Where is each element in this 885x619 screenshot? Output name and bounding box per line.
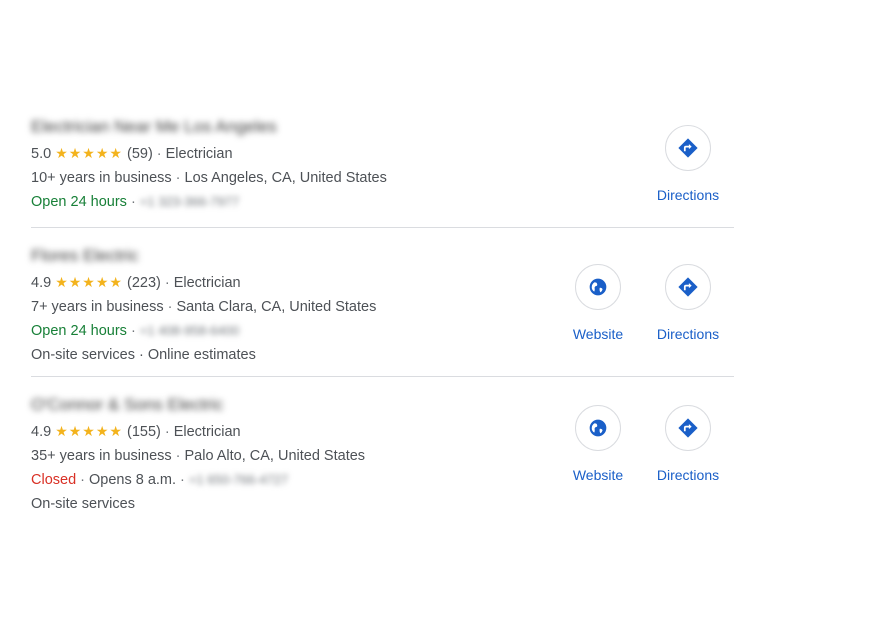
hours-status: Closed [31, 472, 77, 488]
rating-row: 5.0 ★★★★★ (59) · Electrician [31, 141, 387, 166]
years-in-business: 10+ years in business [31, 170, 172, 186]
directions-label[interactable]: Directions [648, 467, 728, 483]
business-name[interactable]: O'Connor & Sons Electric [31, 394, 223, 416]
hours-row: Open 24 hours · +1 408-958-6400 [31, 319, 376, 343]
website-button[interactable]: Website [558, 405, 638, 483]
separator: · [156, 146, 162, 162]
phone-number[interactable]: +1 408-958-6400 [140, 323, 239, 338]
rating-row: 4.9 ★★★★★ (155) · Electrician [31, 419, 365, 444]
website-circle[interactable] [575, 264, 621, 310]
phone-number[interactable]: +1 650-766-4727 [189, 472, 288, 487]
separator: · [175, 170, 181, 186]
business-location: Palo Alto, CA, United States [184, 448, 366, 464]
website-label[interactable]: Website [558, 467, 638, 483]
years-in-business: 7+ years in business [31, 299, 164, 315]
business-location: Los Angeles, CA, United States [184, 170, 387, 186]
business-location: Santa Clara, CA, United States [176, 299, 377, 315]
globe-icon [589, 419, 607, 437]
phone-number[interactable]: +1 323-366-7977 [140, 194, 239, 209]
business-category: Electrician [165, 146, 233, 162]
directions-label[interactable]: Directions [648, 326, 728, 342]
services-row: On-site services · Online estimates [31, 347, 256, 363]
years-in-business: 35+ years in business [31, 448, 172, 464]
review-count[interactable]: (59) [127, 146, 153, 162]
hours-row: Open 24 hours · +1 323-366-7977 [31, 190, 387, 214]
globe-icon [589, 278, 607, 296]
directions-circle[interactable] [665, 125, 711, 171]
separator: · [164, 424, 170, 440]
hours-row: Closed · Opens 8 a.m. · +1 650-766-4727 [31, 468, 365, 492]
rating-value: 4.9 [31, 424, 52, 440]
hours-status: Open 24 hours [31, 194, 127, 210]
directions-button[interactable]: Directions [648, 405, 728, 483]
review-count[interactable]: (223) [127, 275, 161, 291]
rating-row: 4.9 ★★★★★ (223) · Electrician [31, 270, 376, 295]
services-row: On-site services [31, 496, 135, 512]
details-row: 7+ years in business · Santa Clara, CA, Un… [31, 295, 376, 319]
directions-button[interactable]: Directions [648, 264, 728, 342]
directions-icon [678, 418, 698, 438]
separator: · [130, 194, 136, 210]
opening-time: Opens 8 a.m. [88, 472, 177, 488]
listing-info: Electrician Near Me Los Angeles 5.0 ★★★★… [31, 116, 387, 214]
directions-button[interactable]: Directions [648, 125, 728, 203]
website-circle[interactable] [575, 405, 621, 451]
separator: · [80, 472, 85, 488]
separator: · [167, 299, 173, 315]
separator: · [175, 448, 181, 464]
listing-info: Flores Electric 4.9 ★★★★★ (223) · Electric… [31, 245, 376, 367]
star-rating-icon: ★★★★★ [55, 145, 123, 161]
hours-status: Open 24 hours [31, 323, 127, 339]
business-name[interactable]: Electrician Near Me Los Angeles [31, 116, 277, 138]
directions-icon [678, 277, 698, 297]
rating-value: 4.9 [31, 275, 52, 291]
star-rating-icon: ★★★★★ [55, 423, 123, 439]
website-label[interactable]: Website [558, 326, 638, 342]
directions-circle[interactable] [665, 264, 711, 310]
directions-circle[interactable] [665, 405, 711, 451]
listing-info: O'Connor & Sons Electric 4.9 ★★★★★ (155)… [31, 394, 365, 516]
directions-icon [678, 138, 698, 158]
directions-label[interactable]: Directions [648, 187, 728, 203]
business-category: Electrician [173, 275, 241, 291]
separator: · [164, 275, 170, 291]
review-count[interactable]: (155) [127, 424, 161, 440]
divider [31, 227, 734, 228]
separator: · [130, 323, 136, 339]
details-row: 35+ years in business · Palo Alto, CA, Uni… [31, 444, 365, 468]
business-name[interactable]: Flores Electric [31, 245, 139, 267]
business-category: Electrician [173, 424, 241, 440]
divider [31, 376, 734, 377]
details-row: 10+ years in business · Los Angeles, CA, U… [31, 166, 387, 190]
separator: · [180, 472, 185, 488]
rating-value: 5.0 [31, 146, 52, 162]
website-button[interactable]: Website [558, 264, 638, 342]
star-rating-icon: ★★★★★ [55, 274, 123, 290]
